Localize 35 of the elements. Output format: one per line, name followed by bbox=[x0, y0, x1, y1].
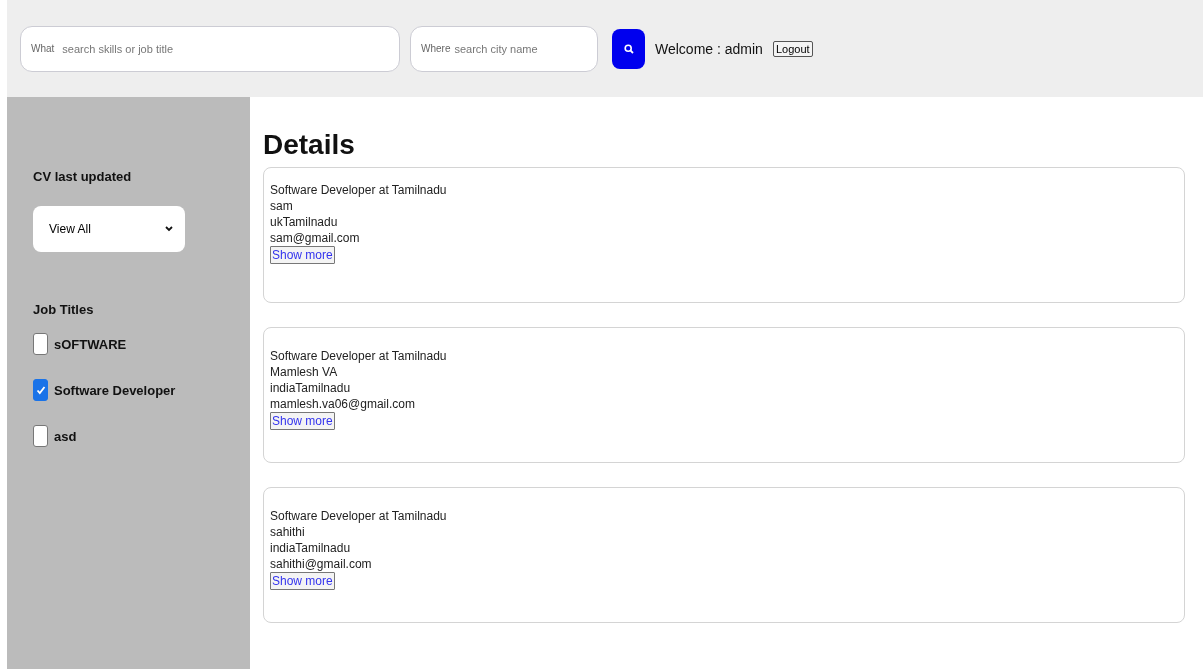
welcome-text: Welcome : admin bbox=[655, 40, 763, 57]
search-button[interactable] bbox=[612, 28, 645, 69]
show-more-button[interactable]: Show more bbox=[270, 246, 335, 264]
where-search-field[interactable]: Where search city name bbox=[410, 25, 598, 72]
chevron-icon bbox=[165, 226, 173, 232]
checkbox[interactable] bbox=[33, 425, 48, 447]
candidate-email: mamlesh.va06@gmail.com bbox=[270, 396, 415, 412]
candidate-location: ukTamilnadu bbox=[270, 214, 338, 230]
show-more-button[interactable]: Show more bbox=[270, 412, 335, 430]
checkbox[interactable] bbox=[33, 333, 48, 355]
candidate-name: sahithi bbox=[270, 524, 305, 540]
candidate-email: sahithi@gmail.com bbox=[270, 556, 372, 572]
what-input[interactable]: search skills or job title bbox=[60, 41, 389, 56]
job-title: Software Developer at Tamilnadu bbox=[270, 508, 447, 524]
candidate-location: indiaTamilnadu bbox=[270, 540, 351, 556]
job-title-label: asd bbox=[54, 428, 77, 444]
cv-select[interactable]: View All bbox=[33, 206, 185, 252]
candidate-location: indiaTamilnadu bbox=[270, 380, 351, 396]
where-input[interactable]: search city name bbox=[452, 41, 587, 56]
checkbox[interactable] bbox=[33, 379, 48, 401]
job-title-label: Software Developer bbox=[54, 382, 176, 398]
logout-button[interactable]: Logout bbox=[772, 40, 813, 57]
show-more-button[interactable]: Show more bbox=[270, 572, 335, 590]
candidate-name: sam bbox=[270, 198, 293, 214]
candidate-name: Mamlesh VA bbox=[270, 364, 338, 380]
job-title: Software Developer at Tamilnadu bbox=[270, 348, 447, 364]
job-title-label: sOFTWARE bbox=[54, 336, 127, 352]
search-icon bbox=[623, 43, 634, 54]
check-icon bbox=[35, 385, 46, 395]
candidate-email: sam@gmail.com bbox=[270, 230, 360, 246]
job-title: Software Developer at Tamilnadu bbox=[270, 182, 447, 198]
cv-heading: CV last updated bbox=[33, 169, 133, 184]
job-titles-heading: Job Titles bbox=[33, 302, 95, 317]
what-search-field[interactable]: What search skills or job title bbox=[20, 25, 400, 72]
details-heading: Details bbox=[263, 129, 356, 161]
